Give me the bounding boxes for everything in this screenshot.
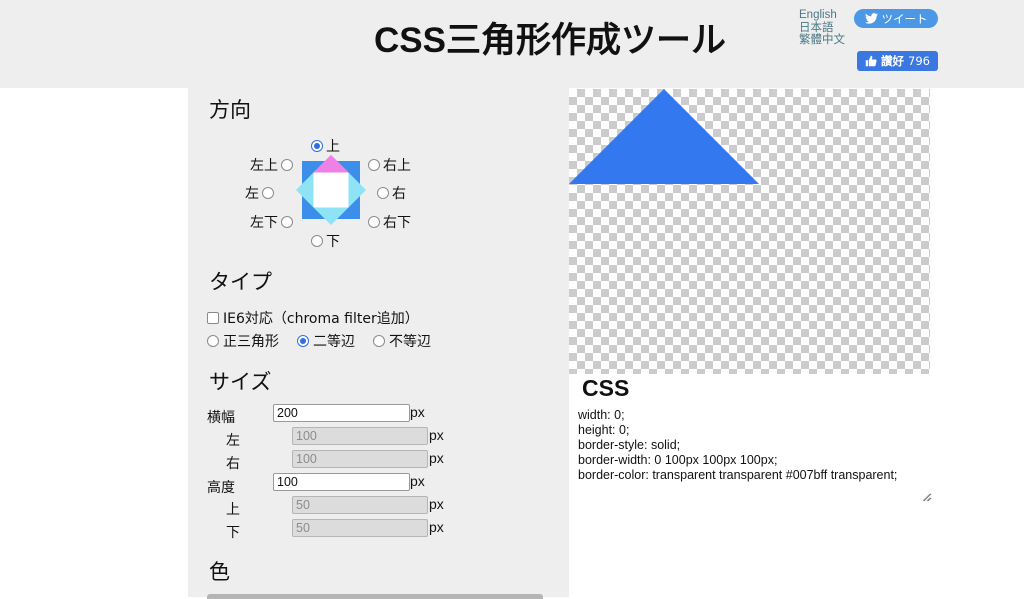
direction-left-label: 左 bbox=[245, 186, 259, 202]
direction-bottom-left-radio[interactable] bbox=[281, 216, 293, 228]
direction-bottom-radio[interactable] bbox=[311, 235, 323, 247]
direction-left-radio[interactable] bbox=[262, 187, 274, 199]
resize-grip-icon[interactable] bbox=[921, 492, 931, 502]
triangle-shape bbox=[569, 89, 759, 184]
color-title: 色 bbox=[209, 560, 230, 584]
top-height-input bbox=[292, 496, 428, 514]
type-scalene-label: 不等辺 bbox=[389, 334, 431, 350]
settings-panel: 方向 上 左上 右上 左 右 左下 右下 下 タイプ IE6対応（chroma … bbox=[188, 88, 569, 599]
bottom-height-input bbox=[292, 519, 428, 537]
top-height-unit: px bbox=[429, 496, 444, 512]
lang-english-link[interactable]: English bbox=[799, 9, 845, 22]
width-unit: px bbox=[410, 404, 425, 420]
type-equilateral-label: 正三角形 bbox=[223, 334, 279, 350]
direction-top-left-label: 左上 bbox=[250, 158, 278, 174]
direction-right-option[interactable]: 右 bbox=[377, 183, 406, 203]
like-count: 796 bbox=[908, 54, 930, 68]
direction-top-label: 上 bbox=[326, 139, 340, 155]
direction-top-right-label: 右上 bbox=[383, 158, 411, 174]
direction-top-left-radio[interactable] bbox=[281, 159, 293, 171]
top-height-label: 上 bbox=[226, 502, 240, 518]
direction-preview-icon bbox=[296, 155, 366, 225]
direction-bottom-left-option[interactable]: 左下 bbox=[250, 212, 293, 232]
width-input[interactable] bbox=[273, 404, 410, 422]
direction-left-option[interactable]: 左 bbox=[245, 183, 274, 203]
bottom-height-unit: px bbox=[429, 519, 444, 535]
direction-bottom-right-radio[interactable] bbox=[368, 216, 380, 228]
direction-top-right-option[interactable]: 右上 bbox=[368, 155, 411, 175]
left-width-unit: px bbox=[429, 427, 444, 443]
type-equilateral-option[interactable]: 正三角形 bbox=[207, 331, 279, 351]
type-scalene-option[interactable]: 不等辺 bbox=[373, 331, 431, 351]
direction-top-left-option[interactable]: 左上 bbox=[250, 155, 293, 175]
ie6-label: IE6対応（chroma filter追加） bbox=[223, 311, 419, 327]
thumbs-up-icon bbox=[865, 55, 877, 67]
like-button[interactable]: 讚好 796 bbox=[857, 51, 938, 71]
lang-traditional-chinese-link[interactable]: 繁體中文 bbox=[799, 34, 845, 47]
direction-top-radio[interactable] bbox=[311, 140, 323, 152]
right-width-input bbox=[292, 450, 428, 468]
type-title: タイプ bbox=[209, 270, 272, 294]
type-equilateral-radio[interactable] bbox=[207, 335, 219, 347]
direction-right-label: 右 bbox=[392, 186, 406, 202]
type-isosceles-radio[interactable] bbox=[297, 335, 309, 347]
left-width-input bbox=[292, 427, 428, 445]
twitter-bird-icon bbox=[864, 13, 878, 24]
direction-right-radio[interactable] bbox=[377, 187, 389, 199]
css-output-title: CSS bbox=[582, 375, 630, 401]
right-width-label: 右 bbox=[226, 456, 240, 472]
like-label: 讚好 bbox=[881, 54, 905, 68]
bottom-height-label: 下 bbox=[226, 525, 240, 541]
height-unit: px bbox=[410, 473, 425, 489]
header: CSS三角形作成ツール English 日本語 繁體中文 ツイート 讚好 796 bbox=[0, 0, 1024, 88]
triangle-preview bbox=[569, 89, 930, 374]
type-scalene-radio[interactable] bbox=[373, 335, 385, 347]
direction-bottom-left-label: 左下 bbox=[250, 215, 278, 231]
type-isosceles-option[interactable]: 二等辺 bbox=[297, 331, 355, 351]
language-links: English 日本語 繁體中文 bbox=[799, 9, 845, 47]
direction-bottom-label: 下 bbox=[326, 234, 340, 250]
ie6-option[interactable]: IE6対応（chroma filter追加） bbox=[207, 308, 419, 328]
type-isosceles-label: 二等辺 bbox=[313, 334, 355, 350]
direction-bottom-right-label: 右下 bbox=[383, 215, 411, 231]
css-output-textarea[interactable] bbox=[576, 406, 932, 502]
width-label: 横幅 bbox=[207, 410, 235, 426]
tweet-button[interactable]: ツイート bbox=[854, 9, 938, 28]
size-title: サイズ bbox=[209, 370, 272, 394]
height-label: 高度 bbox=[207, 480, 235, 496]
height-input[interactable] bbox=[273, 473, 410, 491]
left-width-label: 左 bbox=[226, 433, 240, 449]
tweet-label: ツイート bbox=[881, 11, 928, 26]
direction-top-right-radio[interactable] bbox=[368, 159, 380, 171]
right-width-unit: px bbox=[429, 450, 444, 466]
ie6-checkbox[interactable] bbox=[207, 312, 219, 324]
direction-top-option[interactable]: 上 bbox=[311, 136, 340, 156]
direction-bottom-right-option[interactable]: 右下 bbox=[368, 212, 411, 232]
lang-japanese-link[interactable]: 日本語 bbox=[799, 22, 845, 35]
direction-bottom-option[interactable]: 下 bbox=[311, 231, 340, 251]
type-options: 正三角形 二等辺 不等辺 bbox=[207, 331, 431, 351]
direction-title: 方向 bbox=[209, 98, 251, 122]
